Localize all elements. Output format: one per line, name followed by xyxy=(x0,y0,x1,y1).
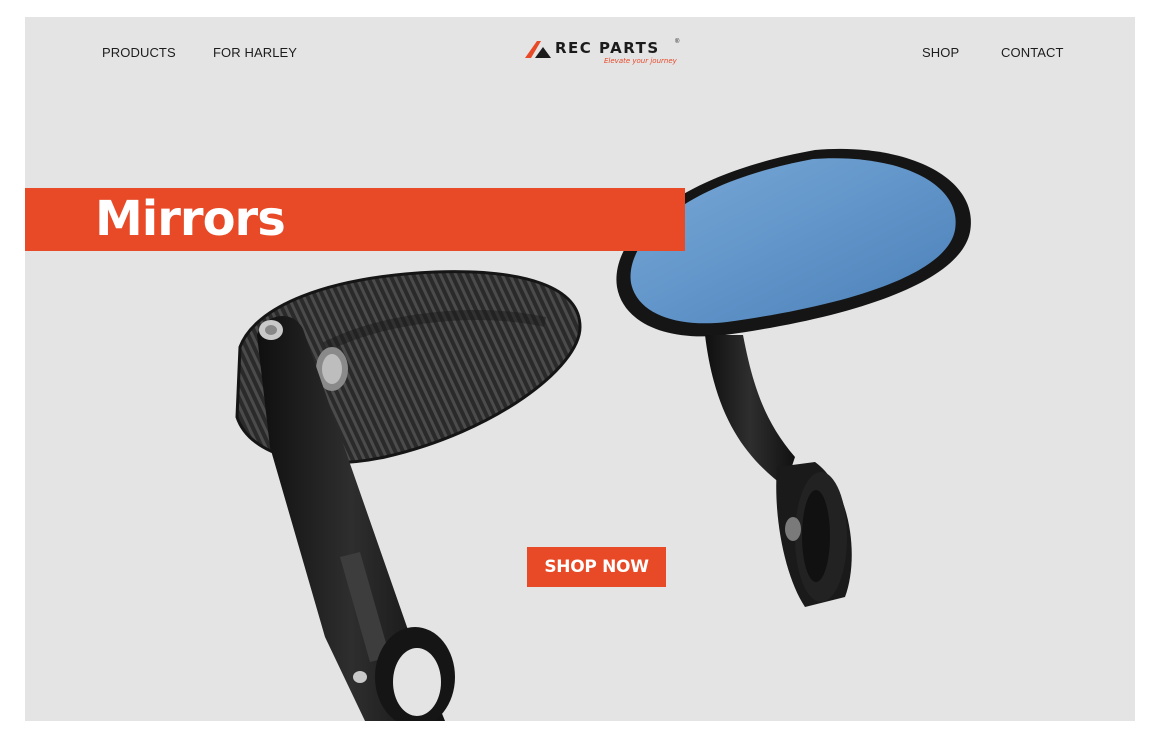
nav-link-shop[interactable]: SHOP xyxy=(922,45,959,60)
title-banner: Mirrors xyxy=(25,188,685,251)
logo-tagline: Elevate your journey xyxy=(604,57,677,65)
registered-mark: ® xyxy=(675,39,680,45)
hero-product-image xyxy=(235,148,971,721)
hero-section: PRODUCTS FOR HARLEY REC PARTS ® Elevate … xyxy=(25,17,1135,721)
black-mirror-image xyxy=(235,270,582,721)
nav-link-for-harley[interactable]: FOR HARLEY xyxy=(213,45,297,60)
shop-now-button[interactable]: SHOP NOW xyxy=(527,547,666,587)
page-title: Mirrors xyxy=(95,191,286,247)
nav-link-products[interactable]: PRODUCTS xyxy=(102,45,176,60)
brand-logo[interactable]: REC PARTS ® Elevate your journey xyxy=(525,39,685,69)
rec-parts-arrow-logo-icon xyxy=(525,41,551,58)
nav-link-contact[interactable]: CONTACT xyxy=(1001,45,1064,60)
logo-wordmark: REC PARTS xyxy=(555,39,660,57)
